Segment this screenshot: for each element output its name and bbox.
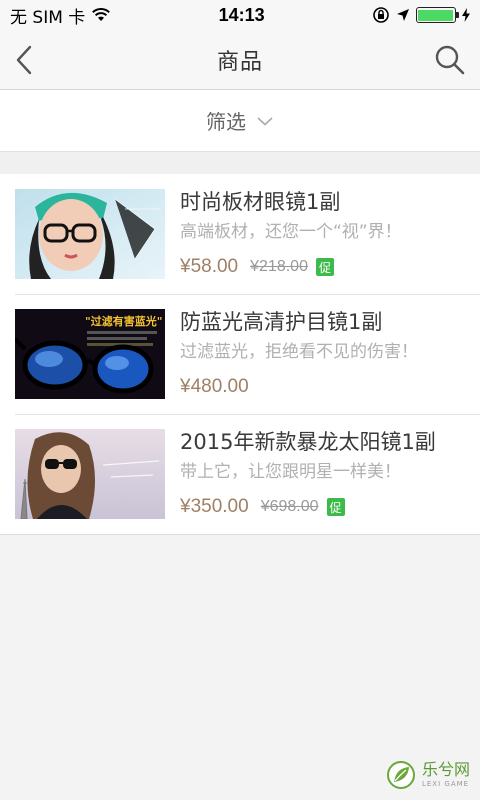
chevron-down-icon xyxy=(257,116,273,126)
back-button[interactable] xyxy=(12,44,40,76)
product-subtitle: 带上它，让您跟明星一样美！ xyxy=(180,462,401,482)
product-title: 防蓝光高清护目镜1副 xyxy=(180,310,383,334)
battery-fill xyxy=(418,9,454,21)
product-price: ¥58.00 xyxy=(180,256,239,277)
product-old-price: ¥698.00 xyxy=(260,498,319,515)
watermark-text: 乐兮网 xyxy=(421,760,470,779)
product-price: ¥480.00 xyxy=(180,376,249,397)
watermark-subtext: LEXI GAME xyxy=(421,780,470,788)
filter-button[interactable]: 筛选 xyxy=(0,90,480,152)
product-title: 时尚板材眼镜1副 xyxy=(180,190,341,214)
product-image-sunglasses-model xyxy=(15,429,165,519)
charging-icon xyxy=(461,8,470,22)
product-image-glasses-model xyxy=(15,189,165,279)
filter-label: 筛选 xyxy=(206,110,246,134)
product-item[interactable]: 时尚板材眼镜1副 高端板材，还您一个“视”界！ ¥58.00 ¥218.00 促 xyxy=(0,174,480,294)
wifi-icon xyxy=(92,8,111,21)
product-subtitle: 高端板材，还您一个“视”界！ xyxy=(180,222,402,242)
search-icon[interactable] xyxy=(434,44,466,76)
product-image-caption: "过滤有害蓝光" xyxy=(85,314,162,328)
location-icon xyxy=(396,9,409,21)
battery-icon xyxy=(415,7,459,23)
status-bar: 无 SIM 卡 14:13 xyxy=(0,0,480,30)
product-title: 2015年新款暴龙太阳镜1副 xyxy=(180,430,436,454)
promo-badge: 促 xyxy=(315,258,334,276)
section-gap xyxy=(0,152,480,174)
product-old-price: ¥218.00 xyxy=(250,258,308,275)
page-title: 商品 xyxy=(216,49,263,75)
product-subtitle: 过滤蓝光，拒绝看不见的伤害！ xyxy=(180,342,418,362)
leaf-logo-icon xyxy=(386,761,415,789)
product-item[interactable]: 2015年新款暴龙太阳镜1副 带上它，让您跟明星一样美！ ¥350.00 ¥69… xyxy=(0,414,480,534)
product-list: 时尚板材眼镜1副 高端板材，还您一个“视”界！ ¥58.00 ¥218.00 促… xyxy=(0,174,480,535)
product-item[interactable]: "过滤有害蓝光" 防蓝光高清护目镜1副 过滤蓝光，拒绝看不见的伤害！ ¥480.… xyxy=(0,294,480,414)
carrier-label: 无 SIM 卡 xyxy=(10,7,86,28)
product-image-blue-light-glasses: "过滤有害蓝光" xyxy=(15,309,165,399)
promo-badge: 促 xyxy=(326,498,345,516)
nav-bar: 商品 xyxy=(0,30,480,90)
orientation-lock-icon xyxy=(373,7,389,23)
watermark-logo: 乐兮网 LEXI GAME xyxy=(386,760,470,790)
product-price: ¥350.00 xyxy=(180,496,249,517)
clock: 14:13 xyxy=(218,4,265,25)
